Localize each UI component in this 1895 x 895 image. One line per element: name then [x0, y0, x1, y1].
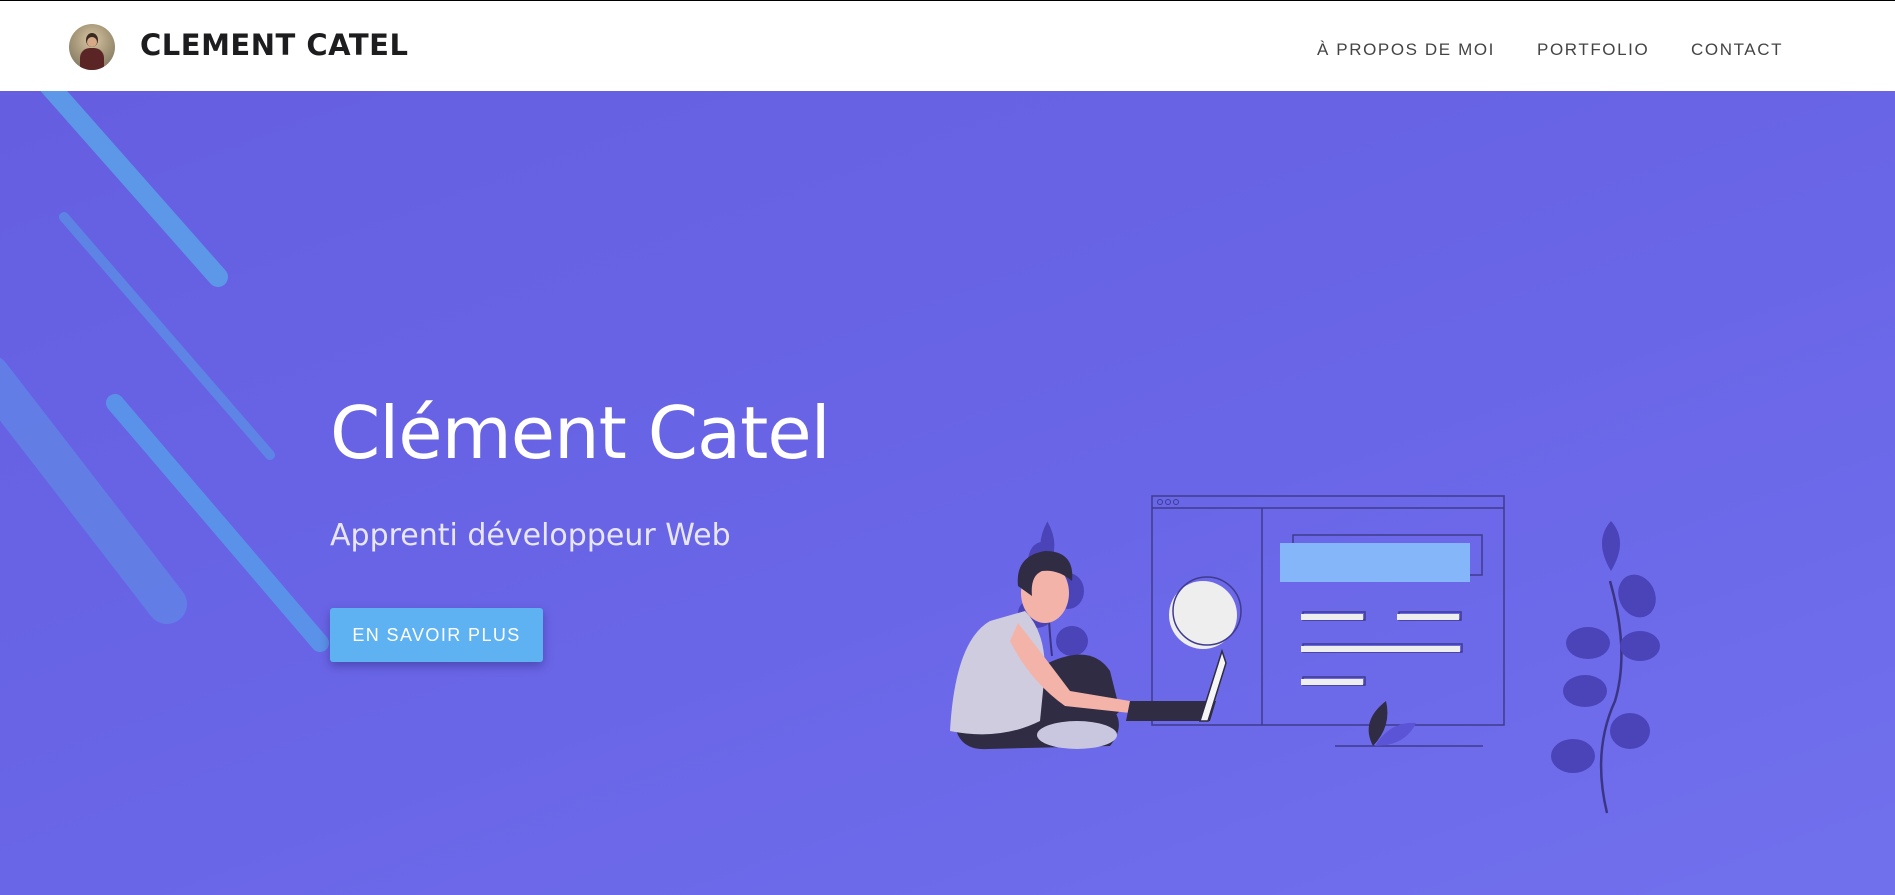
- hero-subtitle: Apprenti développeur Web: [330, 518, 731, 553]
- developer-with-laptop-illustration: [950, 495, 1660, 814]
- main-nav: À PROPOS DE MOI PORTFOLIO CONTACT: [0, 38, 1895, 62]
- hero-title: Clément Catel: [330, 391, 831, 475]
- small-plant-icon: [1335, 701, 1483, 747]
- nav-link-portfolio[interactable]: PORTFOLIO: [1537, 38, 1649, 62]
- learn-more-button[interactable]: EN SAVOIR PLUS: [330, 608, 543, 662]
- nav-link-contact[interactable]: CONTACT: [1691, 38, 1783, 62]
- browser-wireframe-icon: [1151, 495, 1505, 726]
- window-top-border: [0, 0, 1895, 1]
- developer-person-icon: [950, 551, 1227, 750]
- plant-right-icon: [1551, 521, 1660, 814]
- nav-link-about[interactable]: À PROPOS DE MOI: [1317, 38, 1495, 62]
- site-header: CLEMENT CATEL À PROPOS DE MOI PORTFOLIO …: [0, 1, 1895, 91]
- hero-section: Clément Catel Apprenti développeur Web E…: [0, 91, 1895, 895]
